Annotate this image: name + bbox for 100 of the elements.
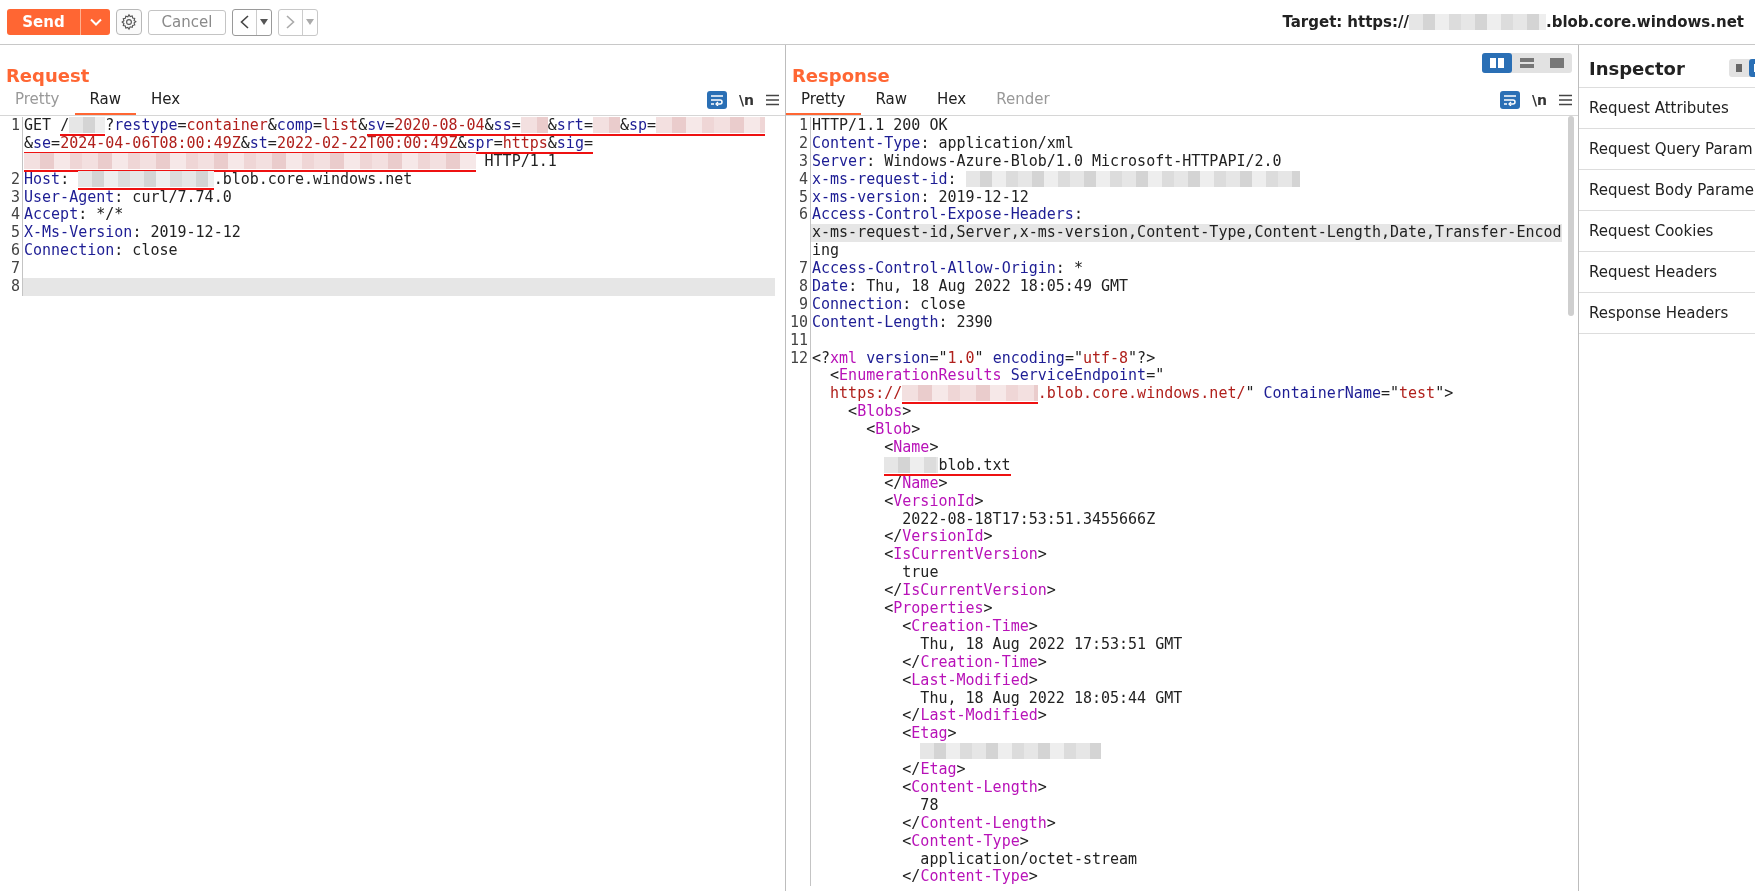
pane-title: Request [6,64,90,86]
code-line: <Properties> [883,600,993,618]
code-line: <EnumerationResults ServiceEndpoint=" [829,367,1165,386]
pane-title: Response [792,64,890,86]
code-line: <?xml version="1.0" encoding="utf-8"?> [811,349,1156,368]
code-line: x-ms-request-id: [811,170,1300,189]
code-line: Access-Control-Expose-Headers: [811,206,1083,225]
line-number: 11 [789,330,808,349]
line-number: 5 [798,187,808,206]
scrollbar-thumb[interactable] [1568,116,1574,316]
line-number: 7 [10,259,20,278]
code-line: blob.txt [883,456,1011,475]
code-line: Connection: close [23,242,178,261]
code-line: HTTP/1.1 200 OK [811,117,948,135]
line-number: 9 [798,294,808,313]
chevron-right-icon [286,15,295,29]
line-number: 1 [798,116,808,134]
line-number: 8 [798,277,808,295]
single-pane-icon [1550,58,1564,68]
line-number: 8 [10,277,20,295]
line-number: 3 [10,187,20,206]
line-number: 12 [789,348,808,367]
caret-icon [89,18,102,26]
wrap-lines-button[interactable] [1499,91,1520,109]
code-line: 78 [919,796,939,815]
code-line: GET / ?restype=container&comp=list&sv=2020-08-04&ss= &srt= &sp= [23,117,765,135]
line-number: 2 [798,133,808,152]
code-line: Content-Length: 2390 [811,313,993,332]
line-number: 10 [789,312,808,331]
code-line: </IsCurrentVersion> [883,582,1056,601]
code-line: User-Agent: curl/7.74.0 [23,188,232,207]
settings-button[interactable] [116,9,142,35]
line-number: 2 [10,169,20,188]
line-number: 4 [10,205,20,224]
line-number: 4 [798,169,808,188]
code-line: <Blobs> [847,403,912,422]
code-line: <Content-Type> [901,832,1029,851]
gear-icon [120,13,138,31]
line-number: 5 [10,223,20,242]
code-line: HTTP/1.1 [23,152,557,171]
columns-icon [1490,58,1504,68]
wrap-lines-icon [1502,94,1517,106]
code-line: 2022-08-18T17:53:51.3455666Z [901,510,1156,529]
code-line: <VersionId> [883,492,984,511]
editor-tab[interactable]: Hex [136,90,196,115]
code-line: application/octet-stream [919,850,1138,869]
code-line: <Content-Length> [901,778,1047,797]
newline-toggle[interactable]: \n [738,92,754,108]
editor-tab[interactable]: Raw [860,90,923,115]
code-line: x-ms-version: 2019-12-12 [811,188,1029,207]
code-line: </VersionId> [883,528,993,547]
inspector-title: Inspector [1589,57,1685,79]
menu-button[interactable] [1559,94,1572,106]
layout-button[interactable] [1482,53,1512,73]
caret-icon [306,19,314,25]
code-line: Access-Control-Allow-Origin: * [811,260,1083,278]
chevron-left-icon [240,15,249,29]
code-line: Accept: */* [23,206,124,225]
code-line: <Last-Modified> [901,671,1038,690]
code-line: <Etag> [901,725,957,744]
code-line: <IsCurrentVersion> [883,546,1047,565]
code-line: Host: .blob.core.windows.net [23,170,413,189]
code-line: </Content-Length> [901,814,1056,833]
editor-tab[interactable]: Raw [74,90,137,115]
code-line: </Last-Modified> [901,707,1047,726]
code-line: Thu, 18 Aug 2022 17:53:51 GMT [919,635,1183,654]
code-line: Server: Windows-Azure-Blob/1.0 Microsoft-HTTPAPI/2.0 [811,152,1282,171]
newline-toggle[interactable]: \n [1531,92,1547,108]
line-number: 3 [798,151,808,170]
menu-icon [1559,94,1572,106]
code-line: </Etag> [901,761,966,779]
code-line: Thu, 18 Aug 2022 18:05:44 GMT [919,689,1183,708]
code-line: ing [811,242,840,261]
code-line: </Content-Type> [901,868,1038,887]
code-line: </Name> [883,474,948,493]
line-number: 6 [10,241,20,260]
wrap-lines-button[interactable] [706,91,727,109]
sidebar-icon [1734,64,1744,72]
menu-button[interactable] [766,94,779,106]
code-line: X-Ms-Version: 2019-12-12 [23,224,241,243]
menu-icon [766,94,779,106]
target-label: Target: https:// .blob.core.windows.net [1282,13,1745,31]
code-line: Content-Type: application/xml [811,134,1074,153]
code-line: https:// .blob.core.windows.net/" ContainerName="test"> [829,385,1454,404]
rows-icon [1520,58,1534,68]
code-line: Date: Thu, 18 Aug 2022 18:05:49 GMT [811,278,1129,296]
line-number: 6 [798,205,808,224]
line-number: 7 [798,259,808,278]
editor-tab[interactable]: Hex [922,90,982,115]
line-number: 1 [10,116,20,134]
wrap-lines-icon [709,94,724,106]
caret-icon [260,19,268,25]
send-options-button[interactable] [80,9,110,35]
editor-tab[interactable]: Pretty [786,90,861,115]
code-line: <Creation-Time> [901,617,1038,636]
code-line: <Name> [883,439,939,457]
code-line: </Creation-Time> [901,653,1047,672]
code-line: <Blob> [865,421,921,440]
code-line: Connection: close [811,295,966,314]
code-line: true [901,564,939,583]
